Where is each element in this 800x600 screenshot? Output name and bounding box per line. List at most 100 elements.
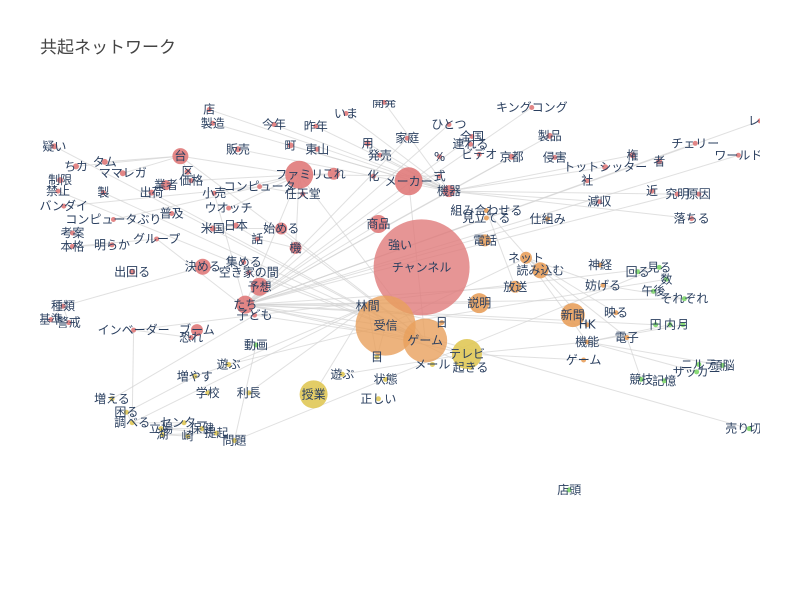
node-label-137: 競技 <box>629 371 653 386</box>
edge-120 <box>245 298 685 306</box>
node-label-113: 遊ぶ <box>217 356 241 371</box>
node-label-85: 林間 <box>356 299 380 313</box>
node-label-48: 究明 <box>665 186 689 201</box>
node-label-105: 起きる <box>453 360 489 374</box>
node-label-93: 読み込む <box>516 262 564 277</box>
node-label-14: 町 <box>285 138 297 152</box>
node-label-90: 見立てる <box>462 210 510 225</box>
node-label-78: インベーダー <box>98 322 170 337</box>
node-label-104: テレビ <box>449 347 485 361</box>
node-label-133: 月 <box>677 318 689 332</box>
node-label-36: トットシッター <box>563 160 647 174</box>
node-label-132: 内 <box>664 318 676 332</box>
node-label-13: 販売 <box>226 141 250 156</box>
node-label-39: 価格 <box>179 173 203 188</box>
node-label-80: 種類 <box>51 299 75 313</box>
node-label-64: グループ <box>133 232 180 246</box>
node-label-51: 減収 <box>587 194 611 209</box>
node-label-106: メール <box>414 357 450 371</box>
node-label-4: いま <box>334 106 358 120</box>
node-label-58: 米国 <box>201 221 225 235</box>
node-label-29: ちカ <box>64 159 88 173</box>
node-label-47: 近 <box>646 184 658 198</box>
node-label-44: 禁止 <box>46 184 70 198</box>
network-graph: 店製造 今年 昨年いま開発 キングコング製品ひとつ全国家庭用疑い 販売町東山 発売連れる%… <box>39 95 773 497</box>
node-label-138: 記憶 <box>652 373 676 388</box>
node-label-124: 問題 <box>222 434 246 448</box>
node-label-84: 受信 <box>374 319 398 333</box>
node-label-111: 学校 <box>196 385 220 400</box>
node-label-96: 新聞 <box>561 307 585 322</box>
node-label-27: 台 <box>174 148 186 163</box>
node-label-43: 機器 <box>437 183 461 198</box>
node-label-136: サッカー <box>673 365 721 379</box>
node-label-20: 京都 <box>500 150 524 164</box>
node-label-98: ゲーム <box>566 353 602 367</box>
node-label-72: 集める <box>226 254 262 269</box>
node-label-61: 考案 <box>60 225 84 240</box>
node-label-101: 妨げる <box>585 277 621 292</box>
node-label-10: 家庭 <box>395 130 419 145</box>
node-label-79: 恐れ <box>179 331 203 345</box>
node-label-102: 神経 <box>588 258 612 272</box>
node-label-45: 製 <box>97 186 109 200</box>
node-label-63: 明らか <box>94 238 130 252</box>
node-label-117: 調べる <box>114 416 150 430</box>
node-label-140: 店頭 <box>557 483 581 497</box>
node-label-68: 強い <box>388 238 412 252</box>
node-label-94: 放送 <box>503 279 527 294</box>
node-label-56: 普及 <box>160 207 184 221</box>
node-label-5: 開発 <box>372 95 396 109</box>
node-label-52: 小売 <box>202 185 226 200</box>
node-label-42: メーカー <box>385 174 433 188</box>
node-label-24: チェリー <box>671 136 719 150</box>
node-label-74: チャンネル <box>392 260 452 274</box>
node-label-92: 電話 <box>473 232 497 247</box>
node-label-18: % <box>434 150 445 164</box>
node-label-7: 製品 <box>538 129 562 143</box>
node-label-54: バンダイ <box>39 198 88 213</box>
node-label-103: 目 <box>371 350 383 364</box>
node-label-76: 子ども <box>237 308 273 322</box>
node-label-1: 製造 <box>201 116 225 130</box>
node-label-91: 仕組み <box>530 212 566 226</box>
node-label-66: 機 <box>290 240 302 255</box>
node-label-19: ビデオ <box>461 146 497 161</box>
node-label-2: 今年 <box>262 117 286 132</box>
node-label-49: 原因 <box>687 187 711 201</box>
node-label-131: 円 <box>650 318 662 332</box>
node-label-37: 社 <box>581 173 593 188</box>
node-label-86: 日 <box>436 316 448 330</box>
node-label-62: 本格 <box>60 238 84 253</box>
node-label-127: 回る <box>626 265 650 279</box>
node-label-87: 説明 <box>467 295 491 310</box>
node-label-25: ワールド <box>714 148 762 162</box>
node-label-139: 売り切れ <box>725 421 773 436</box>
node-label-6: キングコング <box>496 100 568 114</box>
node-label-59: 日本 <box>224 218 248 232</box>
node-label-55: コンピュータぶり <box>65 213 161 227</box>
node-label-108: 状態 <box>374 371 398 386</box>
node-label-26: レゴ <box>748 113 772 128</box>
node-label-100: 電子 <box>615 331 639 345</box>
node-label-16: 発売 <box>368 147 392 162</box>
node-label-70: 決める <box>185 260 221 274</box>
node-label-30: ママレガ <box>99 166 147 180</box>
node-label-15: 東山 <box>305 142 329 156</box>
node-label-33: これ <box>322 167 346 181</box>
node-label-83: ゲーム <box>407 334 443 348</box>
node-label-0: 店 <box>203 103 215 117</box>
node-label-123: 崎 <box>182 429 194 443</box>
node-label-114: 増やす <box>177 369 213 383</box>
node-label-23: 者 <box>653 154 665 168</box>
node-label-34: 化 <box>367 169 379 183</box>
node-label-125: 動画 <box>244 338 268 352</box>
node-label-109: 正しい <box>360 392 396 406</box>
node-label-60: 始める <box>263 221 299 235</box>
node-label-107: 遊ぶ <box>330 366 354 381</box>
node-label-69: 出回る <box>114 265 150 279</box>
node-label-50: 任天堂 <box>285 187 321 201</box>
node-label-73: 予想 <box>248 279 272 294</box>
node-label-67: 商品 <box>366 216 390 231</box>
node-label-130: それぞれ <box>660 292 708 306</box>
